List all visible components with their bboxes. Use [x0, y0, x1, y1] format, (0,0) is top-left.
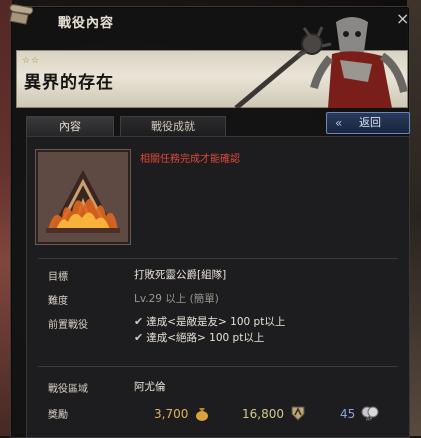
- difficulty-label: 難度: [48, 296, 68, 307]
- checkmark-icon: ✔: [134, 315, 144, 328]
- svg-text:AP: AP: [366, 417, 372, 422]
- divider: [38, 366, 398, 367]
- reward-ap-amount: 45: [340, 407, 356, 421]
- gold-pouch-icon: [196, 408, 209, 421]
- back-button[interactable]: « 返回: [326, 112, 410, 134]
- divider: [38, 258, 398, 259]
- reward-label: 獎勵: [48, 410, 68, 421]
- flaming-camp-icon: [38, 152, 128, 242]
- reward-gold-amount: 3,700: [154, 407, 189, 421]
- difficulty-value: Lv.29 以上 (簡單): [134, 293, 219, 305]
- experience-shield-icon: [291, 406, 305, 421]
- reward-exp: 16,800: [242, 405, 306, 421]
- region-value: 阿尤倫: [134, 381, 166, 393]
- objective-value: 打敗死靈公爵[組隊]: [134, 269, 227, 281]
- tab-content[interactable]: 內容: [26, 116, 114, 137]
- quest-title: 異界的存在: [24, 73, 114, 93]
- checkmark-icon: ✔: [134, 331, 144, 344]
- prereq-label: 前置戰役: [48, 320, 88, 331]
- tab-achievements[interactable]: 戰役成就: [120, 116, 226, 137]
- undead-knight-illustration: [234, 17, 408, 108]
- requirement-note: 相關任務完成才能確認: [140, 154, 240, 165]
- window-title: 戰役內容: [58, 16, 115, 31]
- prereq-text: 達成<絕路> 100 pt以上: [146, 332, 265, 344]
- difficulty-stars: ☆☆: [22, 56, 41, 66]
- reward-exp-amount: 16,800: [242, 407, 284, 421]
- reward-gold: 3,700: [154, 405, 210, 421]
- objective-label: 目標: [48, 272, 68, 283]
- quest-image: [36, 150, 130, 244]
- scroll-icon: [9, 4, 34, 25]
- prereq-item: ✔ 達成<是敵是友> 100 pt以上: [134, 314, 285, 329]
- back-button-label: 返回: [359, 116, 381, 129]
- double-chevron-left-icon: «: [335, 116, 343, 130]
- ap-crystal-icon: AP: [361, 406, 379, 423]
- prereq-item: ✔ 達成<絕路> 100 pt以上: [134, 330, 264, 345]
- prereq-text: 達成<是敵是友> 100 pt以上: [146, 316, 286, 328]
- reward-ap: 45 AP: [340, 405, 379, 423]
- region-label: 戰役區域: [48, 384, 88, 395]
